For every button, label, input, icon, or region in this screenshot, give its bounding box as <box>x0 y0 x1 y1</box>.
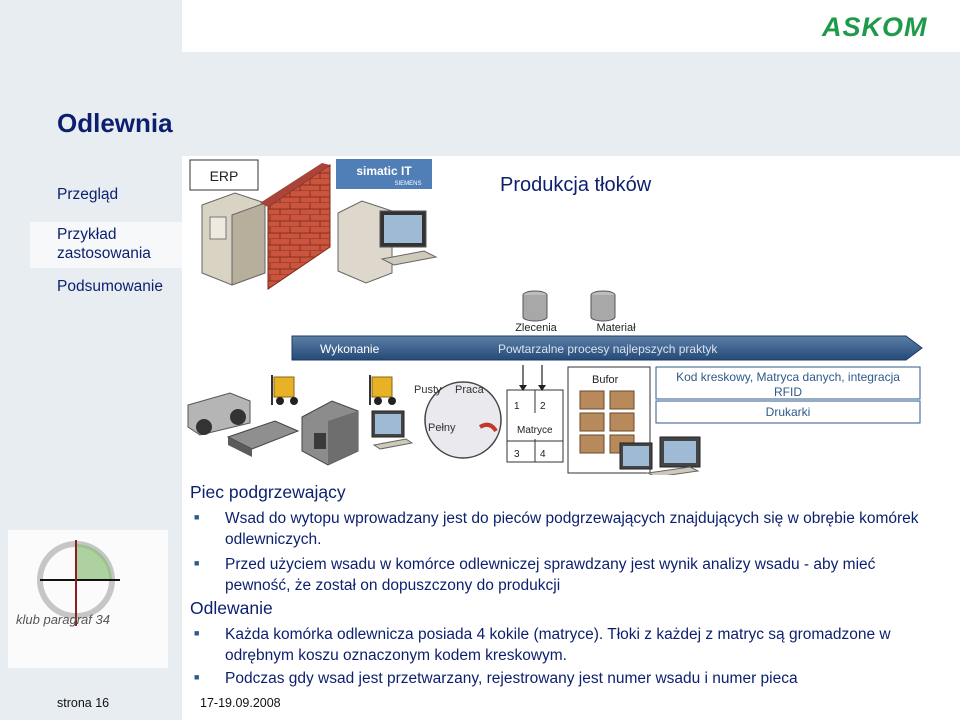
furnace-icon <box>301 400 359 466</box>
workstation-icon <box>337 200 438 284</box>
title-band <box>30 52 960 156</box>
simatic-it-logo: simatic IT SIEMENS <box>336 159 432 189</box>
forklift-icon <box>271 375 298 405</box>
arrow-left-label: Wykonanie <box>320 342 380 356</box>
erp-box: ERP <box>189 159 259 191</box>
nav-item-podsumowanie[interactable]: Podsumowanie <box>57 278 163 296</box>
klub-paragraf-logo: klub paragraf 34 <box>8 530 168 668</box>
nav-item-przeglad[interactable]: Przegląd <box>57 186 118 204</box>
svg-text:RFID: RFID <box>774 385 802 399</box>
cycle-diagram: Pusty Praca Pełny <box>414 381 502 459</box>
erp-label: ERP <box>210 168 239 184</box>
footer-date: 17-19.09.2008 <box>200 696 281 710</box>
db-material-label: Materiał <box>596 322 636 334</box>
svg-text:simatic IT: simatic IT <box>356 164 412 178</box>
bullet-text-3: Każda komórka odlewnicza posiada 4 kokil… <box>225 626 891 664</box>
askom-logo: ASKOM <box>822 12 928 42</box>
bullet-marker: ■ <box>194 628 200 638</box>
bullet-marker: ■ <box>194 672 200 682</box>
info-box-kod: Kod kreskowy, Matryca danych, integracja… <box>655 366 921 400</box>
process-arrow: Wykonanie Powtarzalne procesy najlepszyc… <box>291 335 923 361</box>
pallet-icon <box>226 420 300 457</box>
server-icon <box>201 192 266 286</box>
footer-page-number: strona 16 <box>57 696 110 710</box>
svg-text:klub paragraf 34: klub paragraf 34 <box>16 612 110 627</box>
info-box-drukarki: Drukarki <box>655 400 921 424</box>
matryce-grid: 1 2 3 4 Matryce <box>506 389 564 463</box>
diagram-heading: Produkcja tłoków <box>500 174 652 196</box>
bullet-text-1: Wsad do wytopu wprowadzany jest do piecó… <box>225 510 919 548</box>
forklift-icon-2 <box>369 375 396 405</box>
cycle-praca-label: Praca <box>455 384 485 396</box>
cycle-pusty-label: Pusty <box>414 384 442 396</box>
section-title-odlewanie: Odlewanie <box>190 598 273 618</box>
monitor-icon <box>371 410 414 450</box>
page-title: Odlewnia <box>57 108 173 138</box>
workstation-icon-2 <box>646 436 701 475</box>
bullet-text-2: Przed użyciem wsadu w komórce odlewnicze… <box>225 556 876 594</box>
svg-text:SIEMENS: SIEMENS <box>394 181 421 187</box>
svg-text:Kod kreskowy, Matryca danych,: Kod kreskowy, Matryca danych, integracja <box>676 370 900 384</box>
firewall-icon <box>260 163 331 290</box>
svg-text:3: 3 <box>514 449 520 460</box>
cycle-pelny-label: Pełny <box>428 422 456 434</box>
svg-text:Drukarki: Drukarki <box>766 405 811 419</box>
monitor-icon-2 <box>619 442 653 470</box>
nav-item-przyklad-zastosowania[interactable]: Przykład zastosowania <box>57 225 177 263</box>
svg-text:4: 4 <box>540 449 546 460</box>
database-zlecenia-icon <box>522 290 548 322</box>
db-zlecenia-label: Zlecenia <box>515 322 557 334</box>
truck-icon <box>187 392 251 436</box>
database-material-icon <box>590 290 616 322</box>
production-diagram: ERP simatic IT SIEMENS Produkcja tłoków … <box>187 159 923 475</box>
svg-text:2: 2 <box>540 401 546 412</box>
matryce-label: Matryce <box>517 425 553 436</box>
bullet-marker: ■ <box>194 512 200 522</box>
bullet-marker: ■ <box>194 558 200 568</box>
section-title-piec: Piec podgrzewający <box>190 482 346 502</box>
svg-text:1: 1 <box>514 401 520 412</box>
bullet-text-4: Podczas gdy wsad jest przetwarzany, reje… <box>225 670 798 687</box>
bufor-label: Bufor <box>592 374 619 386</box>
arrow-right-label: Powtarzalne procesy najlepszych praktyk <box>498 342 718 356</box>
